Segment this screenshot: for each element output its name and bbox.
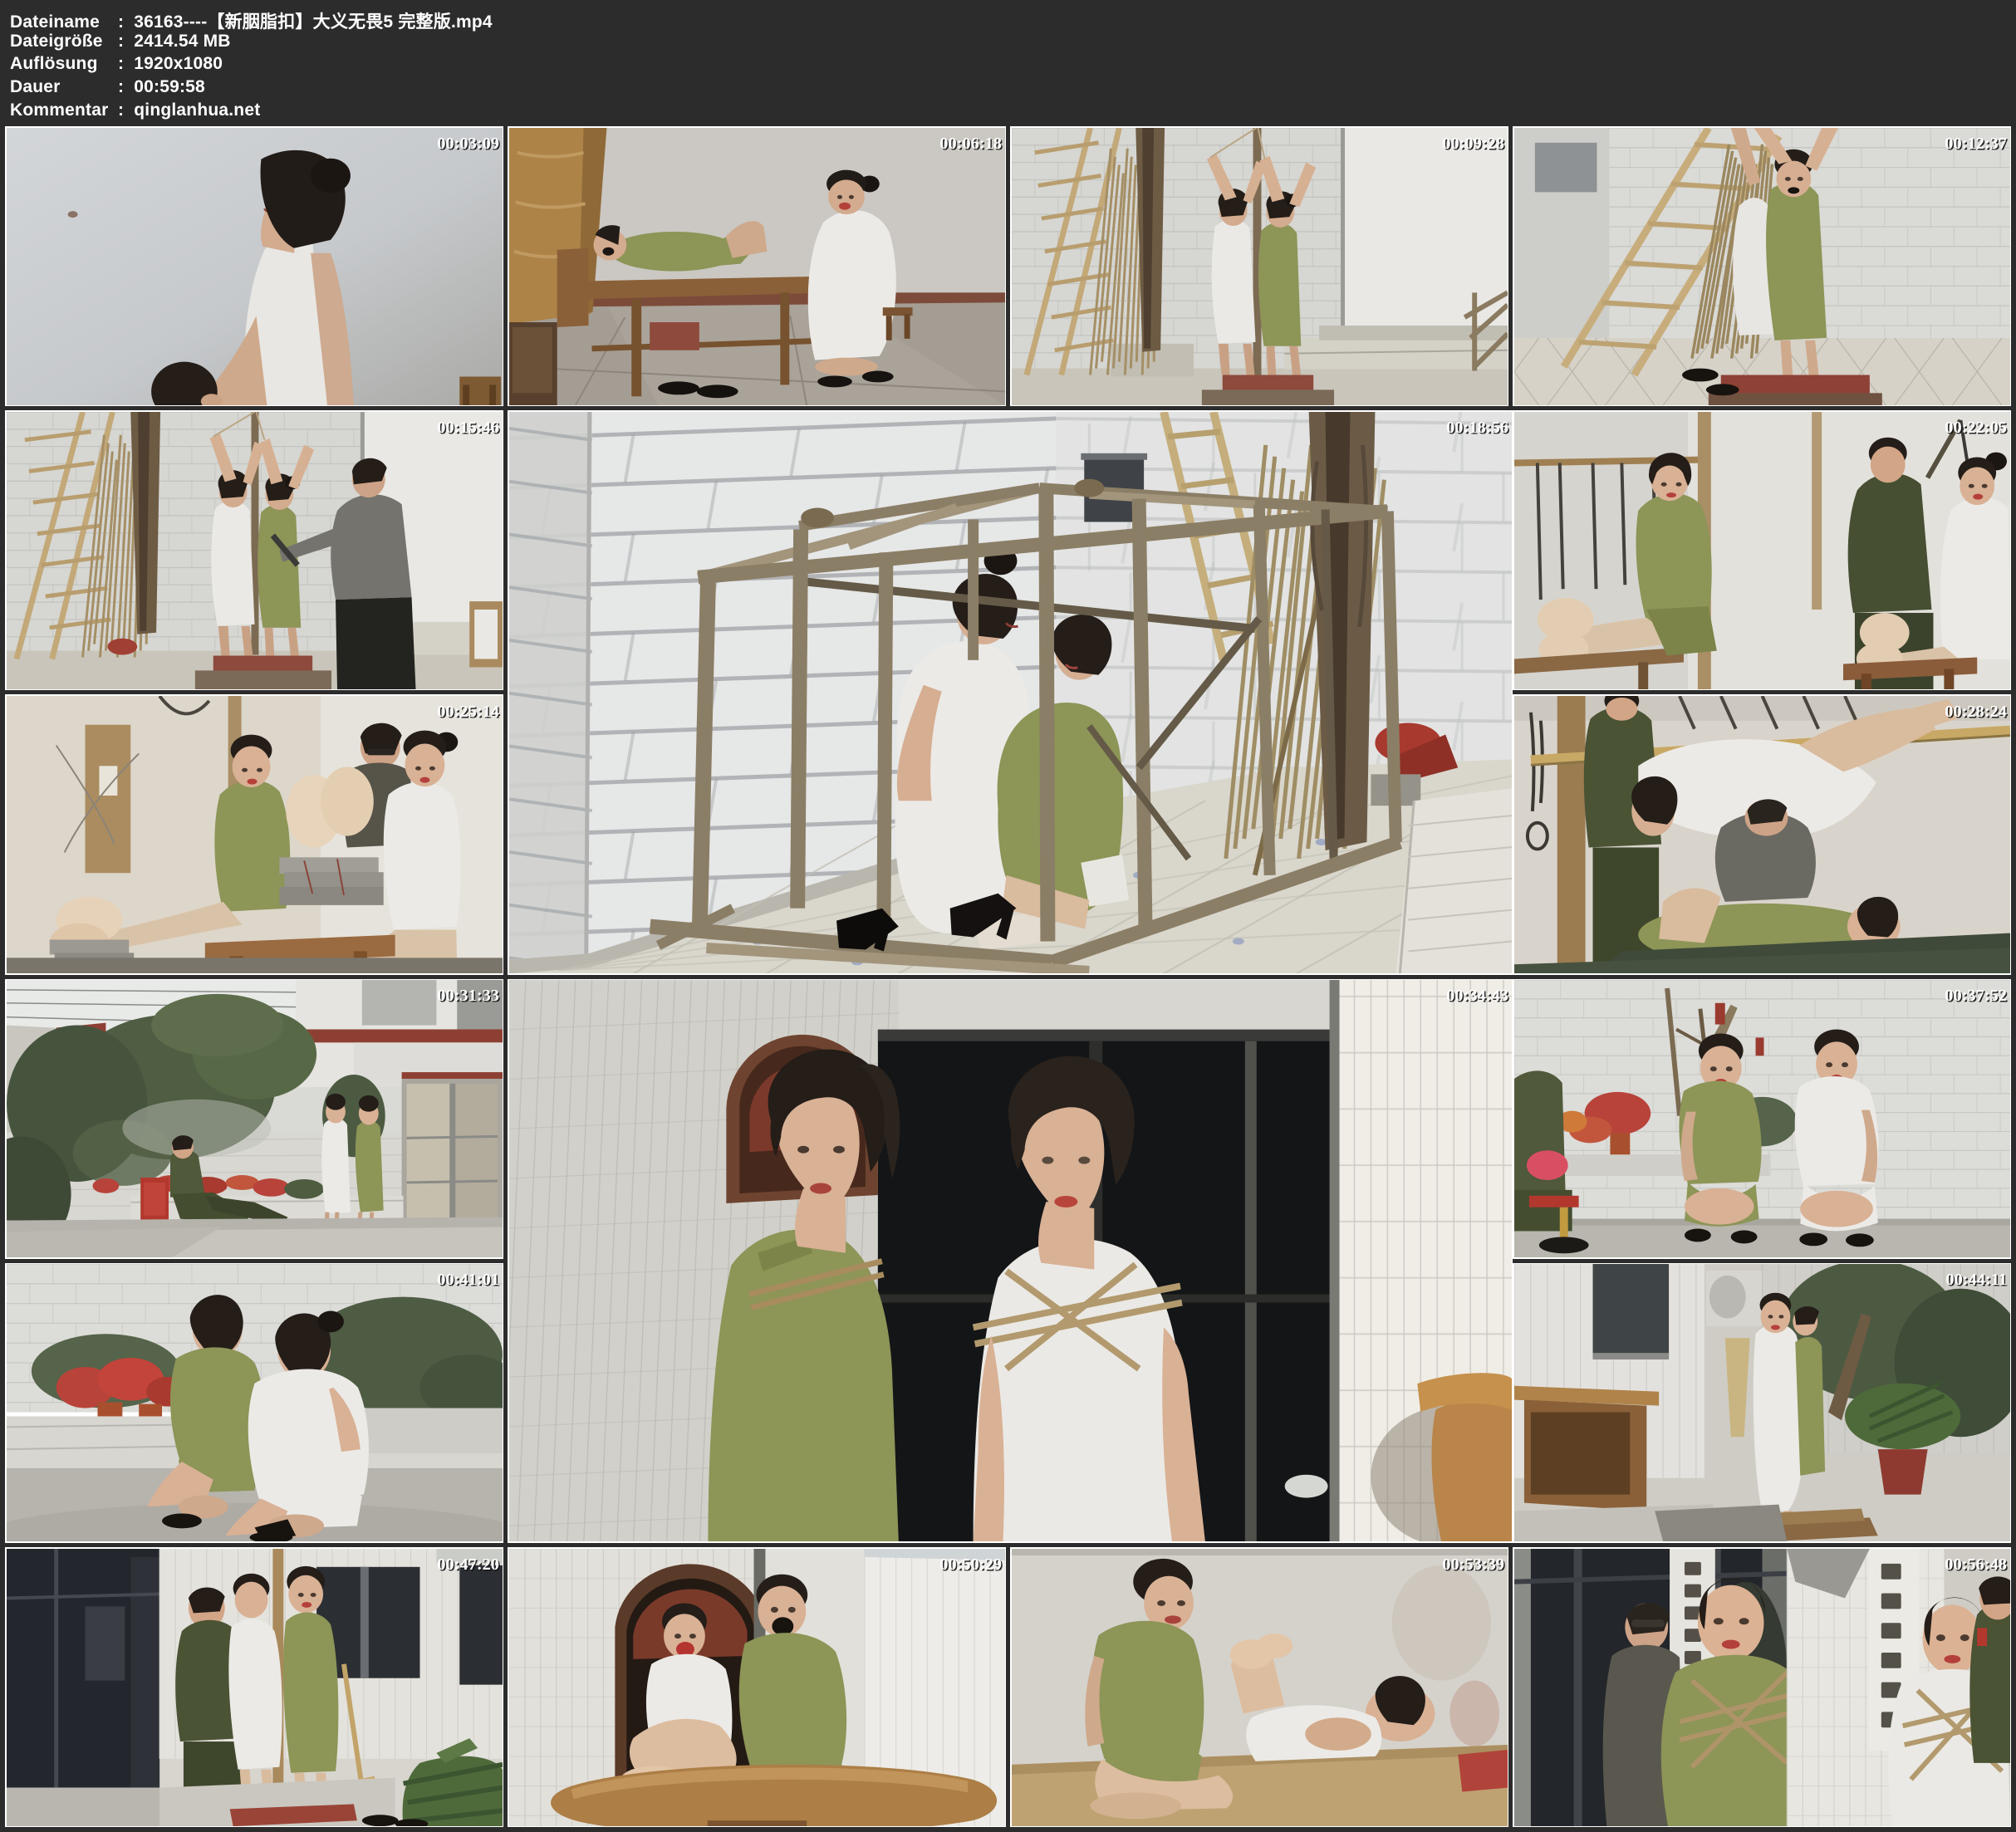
svg-text:00:41:01: 00:41:01 — [437, 1271, 499, 1289]
svg-text:00:28:24: 00:28:24 — [1945, 703, 2007, 721]
svg-text:00:22:05: 00:22:05 — [1945, 419, 2007, 437]
svg-text:00:44:11: 00:44:11 — [1945, 1271, 2007, 1289]
svg-text:00:50:29: 00:50:29 — [939, 1555, 1002, 1573]
svg-text:00:37:52: 00:37:52 — [1945, 987, 2007, 1005]
svg-text:00:34:43: 00:34:43 — [1446, 987, 1508, 1005]
svg-text:00:12:37: 00:12:37 — [1945, 134, 2007, 152]
svg-text:00:47:20: 00:47:20 — [437, 1555, 499, 1573]
svg-text:00:15:46: 00:15:46 — [437, 419, 499, 437]
svg-text:00:06:18: 00:06:18 — [939, 134, 1002, 152]
svg-text:00:18:56: 00:18:56 — [1446, 419, 1508, 437]
svg-text:00:03:09: 00:03:09 — [437, 134, 499, 152]
svg-text:00:31:33: 00:31:33 — [437, 987, 499, 1005]
svg-text:00:09:28: 00:09:28 — [1442, 134, 1504, 152]
svg-text:00:56:48: 00:56:48 — [1945, 1555, 2007, 1573]
svg-text:00:53:39: 00:53:39 — [1442, 1555, 1504, 1573]
svg-text:00:25:14: 00:25:14 — [437, 703, 499, 721]
